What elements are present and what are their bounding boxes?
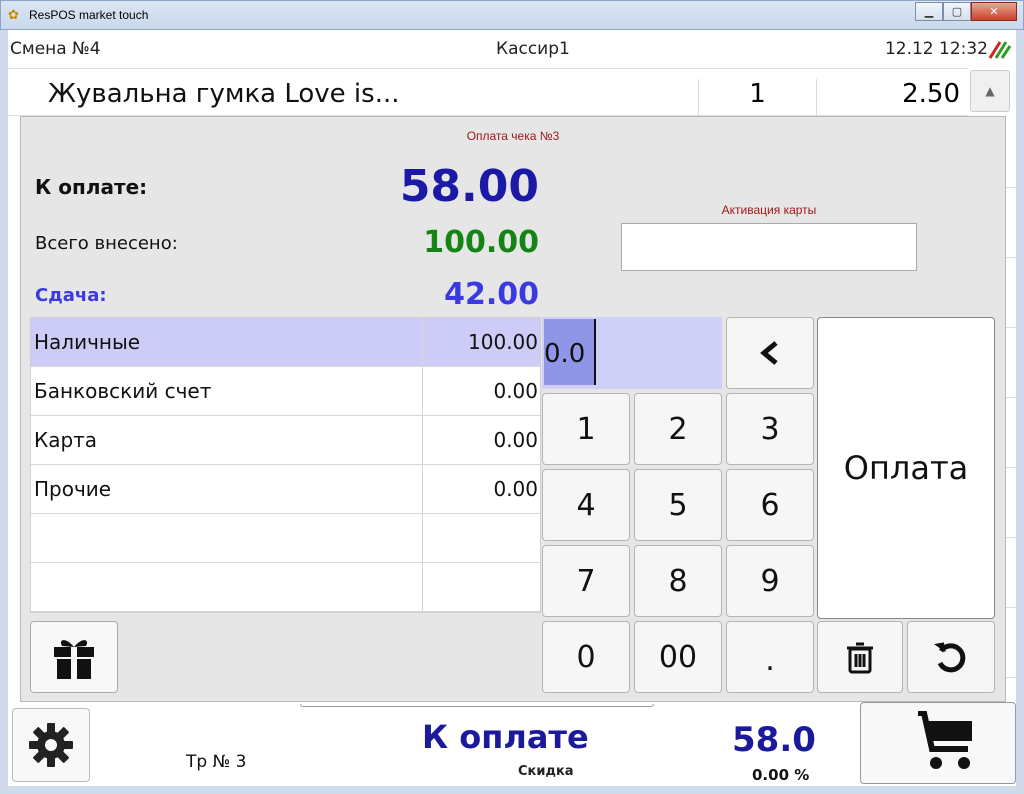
key-7[interactable]: 7 <box>542 545 630 617</box>
minimize-button[interactable]: ▁ <box>915 2 943 21</box>
window-frame-left <box>0 30 8 794</box>
transaction-label: Тр № 3 <box>186 752 247 772</box>
dialog-title: Оплата чека №3 <box>466 129 560 143</box>
datetime-label: 12.12 12:32 <box>884 39 988 59</box>
backspace-button[interactable] <box>726 317 814 389</box>
payment-method-name: Прочие <box>31 465 424 513</box>
payment-method-name: Наличные <box>31 318 424 366</box>
gift-button[interactable] <box>30 621 118 693</box>
window-frame-right <box>1016 30 1024 794</box>
window-frame-bottom <box>0 786 1024 794</box>
shift-label: Смена №4 <box>10 39 101 59</box>
payment-method-name <box>31 514 424 562</box>
pay-button[interactable]: Оплата <box>817 317 995 619</box>
payment-method-amount: 100.00 <box>468 330 538 354</box>
paid-label: Всего внесено: <box>35 233 178 254</box>
close-button[interactable]: ✕ <box>971 2 1017 21</box>
cart-button[interactable] <box>860 702 1016 784</box>
key-00[interactable]: 00 <box>634 621 722 693</box>
payment-dialog: Оплата чека №3 К оплате: 58.00 Всего вне… <box>20 116 1006 702</box>
discount-label: Скидка <box>518 764 574 779</box>
delete-button[interactable] <box>817 621 903 693</box>
key-5[interactable]: 5 <box>634 469 722 541</box>
key-3[interactable]: 3 <box>726 393 814 465</box>
amount-caret <box>594 319 596 385</box>
payment-method-row[interactable] <box>31 514 540 563</box>
payment-method-row[interactable] <box>31 563 540 612</box>
receipt-row[interactable]: Жувальна гумка Love is... 1 2.50 <box>8 68 968 123</box>
amount-input-value: 0.0 <box>544 339 586 369</box>
receipt-item-name: Жувальна гумка Love is... <box>48 79 400 109</box>
chevron-left-icon <box>760 341 778 365</box>
due-label: К оплате: <box>35 175 148 199</box>
change-label: Сдача: <box>35 285 107 306</box>
due-value: 58.00 <box>399 161 539 212</box>
app-icon: ✿ <box>8 8 19 23</box>
payment-methods-table: Наличные 100.00 Банковский счет 0.00 Кар… <box>30 317 541 613</box>
paid-value: 100.00 <box>423 225 539 260</box>
payment-method-row[interactable]: Банковский счет 0.00 <box>31 367 540 416</box>
payment-method-amount: 0.00 <box>493 428 538 452</box>
payment-method-row[interactable]: Наличные 100.00 <box>31 318 540 367</box>
discount-value: 0.00 % <box>752 766 810 784</box>
change-value: 42.00 <box>444 277 539 312</box>
key-2[interactable]: 2 <box>634 393 722 465</box>
bottom-divider <box>300 704 654 707</box>
payment-method-name: Карта <box>31 416 424 464</box>
key-8[interactable]: 8 <box>634 545 722 617</box>
key-9[interactable]: 9 <box>726 545 814 617</box>
gear-icon <box>29 723 73 767</box>
settings-button[interactable] <box>12 708 90 782</box>
bottom-to-pay-value: 58.0 <box>732 720 816 760</box>
payment-method-row[interactable]: Карта 0.00 <box>31 416 540 465</box>
window-titlebar: ✿ ResPOS market touch ▁ ▢ ✕ <box>0 0 1024 30</box>
trash-icon <box>847 642 873 674</box>
payment-method-row[interactable]: Прочие 0.00 <box>31 465 540 514</box>
amount-input[interactable]: 0.0 <box>542 317 722 389</box>
window-title: ResPOS market touch <box>29 8 149 22</box>
cashier-label: Кассир1 <box>496 39 570 59</box>
reset-button[interactable] <box>907 621 995 693</box>
key-4[interactable]: 4 <box>542 469 630 541</box>
payment-method-amount <box>423 563 540 611</box>
bottom-to-pay-label: К оплате <box>422 718 589 756</box>
key-dot[interactable]: . <box>726 621 814 693</box>
app-header: Смена №4 Кассир1 12.12 12:32 <box>8 34 1016 64</box>
card-activation-label: Активация карты <box>721 203 817 217</box>
cart-icon <box>918 711 972 769</box>
payment-method-name: Банковский счет <box>31 367 424 415</box>
key-6[interactable]: 6 <box>726 469 814 541</box>
undo-icon <box>934 642 966 673</box>
bottom-bar: Тр № 3 К оплате 58.0 Скидка 0.00 % <box>8 702 1016 786</box>
payment-method-amount: 0.00 <box>493 379 538 403</box>
window-controls: ▁ ▢ ✕ <box>915 2 1017 21</box>
payment-method-name <box>31 563 424 611</box>
gift-icon <box>54 640 94 679</box>
key-1[interactable]: 1 <box>542 393 630 465</box>
maximize-button[interactable]: ▢ <box>943 2 971 21</box>
scroll-up-button[interactable]: ▲ <box>970 70 1010 112</box>
sync-status-icon <box>988 41 1012 59</box>
payment-method-amount <box>423 514 540 562</box>
payment-method-amount: 0.00 <box>493 477 538 501</box>
key-0[interactable]: 0 <box>542 621 630 693</box>
card-activation-input[interactable] <box>621 223 917 271</box>
